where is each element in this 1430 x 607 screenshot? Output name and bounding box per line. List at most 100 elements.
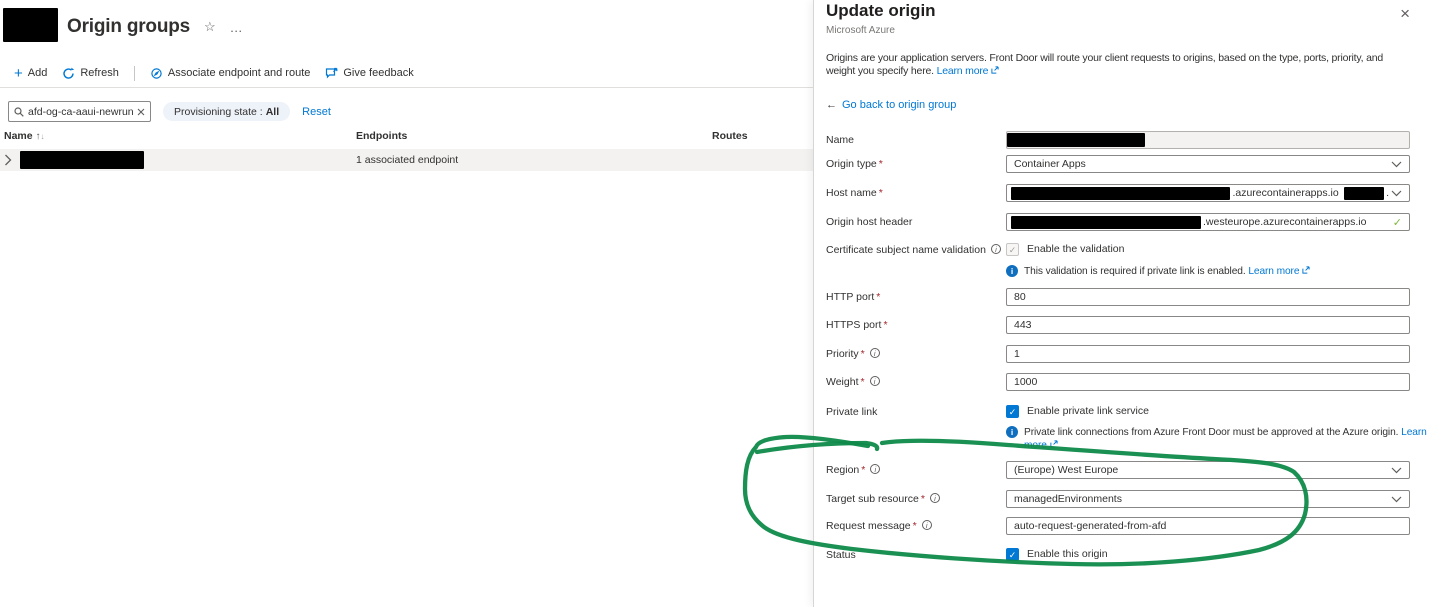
enable-private-link-label: Enable private link service: [1027, 403, 1149, 420]
weight-input[interactable]: [1006, 373, 1410, 391]
request-message-input[interactable]: [1006, 517, 1410, 535]
info-icon[interactable]: i: [922, 520, 932, 530]
origin-type-row: Origin type* Container Apps: [814, 155, 1430, 174]
info-circle-icon: i: [1006, 265, 1018, 277]
back-to-origin-group-link[interactable]: ← Go back to origin group: [826, 99, 956, 111]
name-column-label: Name: [4, 130, 33, 142]
favorite-star-icon[interactable]: ☆: [204, 19, 216, 35]
enable-validation-checkbox: ✓: [1006, 243, 1019, 256]
external-link-icon: [991, 66, 999, 74]
region-row: Region*i (Europe) West Europe: [814, 461, 1430, 480]
command-bar: + Add Refresh Associate endpoint and rou…: [10, 60, 418, 86]
external-link-icon: [1302, 266, 1310, 274]
info-circle-icon: i: [1006, 426, 1018, 438]
region-value: (Europe) West Europe: [1014, 464, 1118, 476]
redacted-row-name: [20, 151, 144, 169]
associate-endpoint-label: Associate endpoint and route: [168, 67, 311, 79]
origin-host-header-row: Origin host header .westeurope.azurecont…: [814, 213, 1430, 232]
feedback-icon: [325, 67, 338, 80]
cert-validation-info-text: This validation is required if private l…: [1024, 265, 1430, 278]
more-options-icon[interactable]: …: [230, 20, 243, 35]
panel-title: Update origin: [826, 1, 936, 21]
back-arrow-icon: ←: [826, 99, 837, 111]
private-link-info: i Private link connections from Azure Fr…: [1006, 426, 1430, 452]
https-port-row: HTTPS port*: [814, 316, 1430, 335]
target-sub-resource-dropdown[interactable]: managedEnvironments: [1006, 490, 1410, 508]
enable-origin-label: Enable this origin: [1027, 546, 1108, 563]
host-name-dot: .: [1386, 187, 1389, 199]
https-port-input[interactable]: [1006, 316, 1410, 334]
origin-type-dropdown[interactable]: Container Apps: [1006, 155, 1410, 173]
priority-row: Priority*i: [814, 345, 1430, 364]
https-port-label: HTTPS port*: [826, 316, 1004, 334]
name-label: Name: [826, 131, 1004, 149]
http-port-label: HTTP port*: [826, 288, 1004, 306]
host-name-dropdown[interactable]: .azurecontainerapps.io .: [1006, 184, 1410, 202]
info-icon[interactable]: i: [870, 348, 880, 358]
region-label: Region*i: [826, 461, 1004, 479]
enable-origin-checkbox[interactable]: ✓: [1006, 548, 1019, 561]
panel-description: Origins are your application servers. Fr…: [826, 52, 1408, 78]
add-label: Add: [28, 67, 48, 79]
filter-pill-label: Provisioning state :: [174, 106, 263, 118]
host-name-row: Host name* .azurecontainerapps.io .: [814, 184, 1430, 203]
provisioning-state-filter[interactable]: Provisioning state : All: [163, 102, 290, 121]
learn-more-link[interactable]: Learn more: [937, 65, 999, 77]
panel-subtitle: Microsoft Azure: [826, 25, 895, 36]
valid-check-icon: ✓: [1393, 216, 1402, 229]
priority-input[interactable]: [1006, 345, 1410, 363]
host-name-label: Host name*: [826, 184, 1004, 202]
redacted-origin-host-header: [1011, 216, 1201, 229]
clear-search-icon[interactable]: [137, 108, 145, 116]
private-link-info-text: Private link connections from Azure Fron…: [1024, 426, 1430, 452]
associate-endpoint-button[interactable]: Associate endpoint and route: [146, 65, 315, 82]
enable-private-link-checkbox[interactable]: ✓: [1006, 405, 1019, 418]
info-icon[interactable]: i: [991, 244, 1001, 254]
origin-groups-page: Origin groups ☆ … + Add Refresh Associat…: [0, 0, 813, 607]
cert-validation-row: Certificate subject name validationi ✓ E…: [814, 241, 1430, 260]
learn-more-link[interactable]: Learn more: [1248, 266, 1310, 277]
http-port-input[interactable]: [1006, 288, 1410, 306]
description-text: Origins are your application servers. Fr…: [826, 52, 1383, 77]
private-link-row: Private link ✓ Enable private link servi…: [814, 403, 1430, 422]
info-icon[interactable]: i: [870, 376, 880, 386]
external-link-icon: [1050, 440, 1058, 448]
search-input[interactable]: afd-og-ca-aaui-newrun-...: [8, 101, 151, 122]
table-header: Name ↑↓ Endpoints Routes: [0, 130, 813, 148]
refresh-button[interactable]: Refresh: [58, 65, 123, 82]
info-icon[interactable]: i: [870, 464, 880, 474]
refresh-label: Refresh: [80, 67, 119, 79]
info-icon[interactable]: i: [930, 493, 940, 503]
region-dropdown[interactable]: (Europe) West Europe: [1006, 461, 1410, 479]
weight-row: Weight*i: [814, 373, 1430, 392]
page-title: Origin groups: [67, 16, 190, 38]
give-feedback-button[interactable]: Give feedback: [321, 65, 417, 82]
table-row[interactable]: 1 associated endpoint: [0, 149, 813, 171]
enable-validation-label: Enable the validation: [1027, 241, 1125, 258]
plus-icon: +: [14, 68, 23, 79]
reset-filters-link[interactable]: Reset: [302, 106, 331, 118]
chevron-down-icon: [1391, 467, 1402, 474]
close-icon[interactable]: ×: [1400, 5, 1410, 22]
expand-chevron-icon[interactable]: [4, 154, 12, 166]
status-label: Status: [826, 546, 1004, 564]
add-button[interactable]: + Add: [10, 65, 51, 81]
compass-icon: [150, 67, 163, 80]
origin-host-header-label: Origin host header: [826, 213, 1004, 231]
row-endpoints-cell: 1 associated endpoint: [356, 154, 712, 166]
request-message-label: Request message*i: [826, 517, 1004, 535]
filter-bar: afd-og-ca-aaui-newrun-... Provisioning s…: [8, 101, 331, 122]
toolbar-divider: [0, 87, 813, 88]
target-sub-resource-label: Target sub resource*i: [826, 490, 1004, 508]
column-header-name[interactable]: Name ↑↓: [4, 130, 356, 148]
column-header-endpoints: Endpoints: [356, 130, 712, 148]
http-port-row: HTTP port*: [814, 288, 1430, 307]
sort-desc-icon: ↓: [41, 132, 45, 141]
redacted-name-value: [1007, 133, 1145, 147]
origin-type-value: Container Apps: [1014, 158, 1086, 170]
origin-host-header-input[interactable]: .westeurope.azurecontainerapps.io ✓: [1006, 213, 1410, 231]
weight-label: Weight*i: [826, 373, 1004, 391]
origin-host-header-suffix: .westeurope.azurecontainerapps.io: [1203, 216, 1366, 228]
request-message-row: Request message*i: [814, 517, 1430, 536]
target-sub-resource-value: managedEnvironments: [1014, 493, 1122, 505]
